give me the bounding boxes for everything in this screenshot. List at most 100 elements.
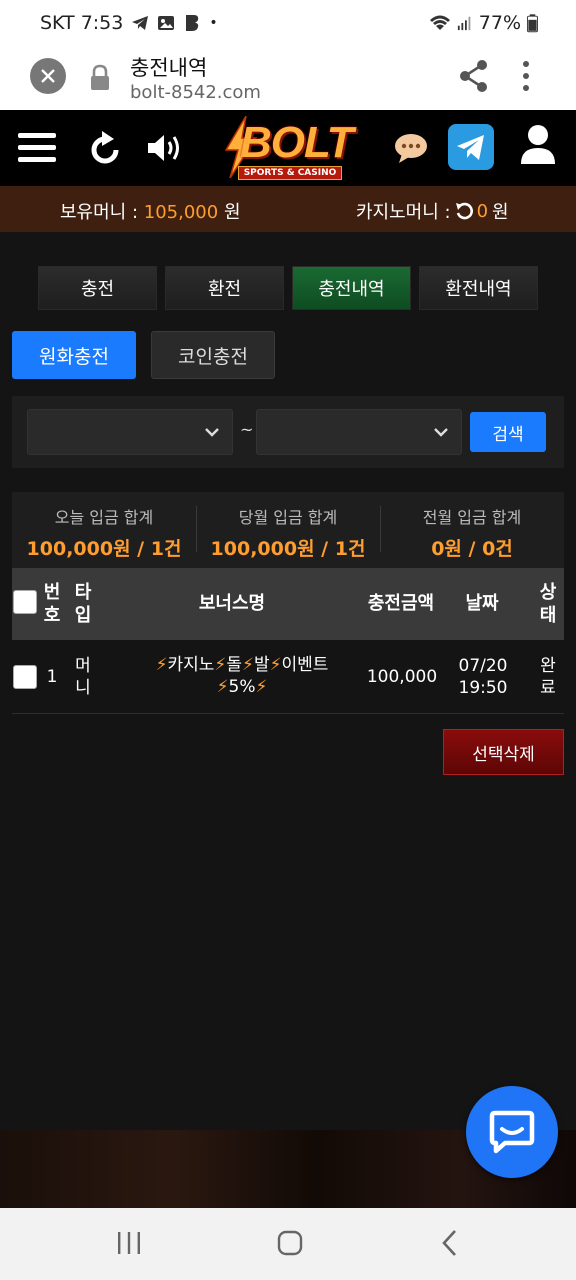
- logo-subtitle: SPORTS & CASINO: [238, 166, 342, 180]
- casino-refresh-icon[interactable]: [455, 202, 473, 220]
- logo-text: BOLT: [240, 118, 353, 167]
- page-title: 충전내역: [130, 56, 208, 80]
- casino-money-unit: 원: [492, 202, 509, 223]
- money-bar: 보유머니 : 105,000 원 카지노머니 : 0 원: [0, 186, 576, 232]
- page-url[interactable]: bolt-8542.com: [130, 82, 261, 103]
- date-search-panel: ~ 검색: [12, 396, 564, 468]
- row-date: 07/20 19:50: [452, 655, 514, 699]
- bolt-emoji-icon: ⚡: [155, 655, 168, 675]
- chat-icon: [489, 1110, 535, 1154]
- search-button[interactable]: 검색: [470, 412, 546, 452]
- bolt-emoji-icon: ⚡: [214, 655, 227, 675]
- holding-money-value: 105,000: [143, 202, 219, 223]
- row-number: 1: [46, 667, 58, 687]
- header-type-line1: 타: [74, 582, 92, 603]
- bolt-emoji-icon: ⚡: [269, 655, 282, 675]
- lock-icon: [91, 64, 109, 90]
- close-tab-button[interactable]: [30, 58, 66, 94]
- carrier-time: SKT 7:53: [40, 12, 124, 34]
- tab-deposit[interactable]: 충전: [38, 266, 157, 310]
- bonus-part-bal: 발: [253, 655, 270, 675]
- tab-withdraw[interactable]: 환전: [165, 266, 284, 310]
- summary-last-month-label: 전월 입금 합계: [422, 508, 522, 527]
- status-bar: SKT 7:53 • 77%: [0, 0, 576, 46]
- row-status-line2: 료: [540, 678, 556, 699]
- battery-icon: [527, 13, 538, 32]
- row-bonus-line1: ⚡카지노⚡돌⚡발⚡이벤트: [124, 654, 360, 676]
- row-status: 완 료: [536, 655, 560, 699]
- chevron-down-icon: [434, 428, 448, 437]
- share-icon[interactable]: [458, 58, 490, 94]
- header-bonus-name: 보너스명: [198, 593, 266, 614]
- site-header: BOLT SPORTS & CASINO: [0, 110, 576, 186]
- bolt-emoji-icon: ⚡: [242, 655, 254, 675]
- delete-selected-button[interactable]: 선택삭제: [443, 729, 564, 775]
- tab-withdraw-history[interactable]: 환전내역: [419, 266, 538, 310]
- user-profile-icon[interactable]: [520, 124, 556, 164]
- header-type-line2: 입: [74, 605, 92, 627]
- date-range-tilde: ~: [240, 420, 254, 439]
- close-icon: [41, 69, 55, 83]
- row-type: 머 니: [71, 655, 95, 699]
- hamburger-menu-icon[interactable]: [18, 132, 56, 164]
- back-icon[interactable]: [440, 1228, 460, 1258]
- subtab-won-deposit[interactable]: 원화충전: [12, 331, 136, 379]
- row-type-line2: 니: [75, 678, 91, 699]
- table-row[interactable]: 1 머 니 ⚡카지노⚡돌⚡발⚡이벤트 ⚡5%⚡ 100,000 07/20 19…: [12, 640, 564, 714]
- more-notifications-dot: •: [209, 15, 218, 31]
- summary-today-value: 100,000원 / 1건: [26, 538, 182, 560]
- sound-icon[interactable]: [146, 132, 184, 164]
- start-date-select[interactable]: [27, 409, 233, 455]
- signal-icon: [457, 16, 471, 31]
- tab-deposit-history[interactable]: 충전내역: [292, 266, 411, 310]
- bolt-logo[interactable]: BOLT SPORTS & CASINO: [218, 116, 364, 184]
- summary-last-month-value: 0원 / 0건: [431, 538, 513, 560]
- summary-today-label: 오늘 입금 합계: [54, 508, 154, 527]
- battery-percent: 77%: [478, 12, 521, 34]
- main-tabs: 충전 환전 충전내역 환전내역: [38, 266, 538, 310]
- row-amount: 100,000: [366, 667, 438, 687]
- summary-today: 오늘 입금 합계 100,000원 / 1건: [12, 492, 196, 568]
- home-icon[interactable]: [276, 1228, 304, 1258]
- sub-tabs: 원화충전 코인충전: [12, 331, 275, 379]
- status-right: 77%: [429, 12, 538, 34]
- deposit-summary: 오늘 입금 합계 100,000원 / 1건 당월 입금 합계 100,000원…: [12, 492, 564, 568]
- end-date-select[interactable]: [256, 409, 462, 455]
- gallery-notification-icon: [158, 16, 175, 30]
- summary-this-month: 당월 입금 합계 100,000원 / 1건: [196, 492, 380, 568]
- chevron-down-icon: [205, 428, 219, 437]
- holding-money-label: 보유머니 :: [60, 202, 139, 223]
- casino-money: 카지노머니 : 0 원: [356, 198, 509, 224]
- more-menu-icon[interactable]: [516, 58, 536, 94]
- b-app-notification-icon: [186, 15, 199, 31]
- header-status-line1: 상: [539, 582, 557, 603]
- bonus-part-casino: 카지노: [167, 655, 215, 675]
- telegram-icon[interactable]: [448, 124, 494, 170]
- row-checkbox[interactable]: [13, 665, 37, 689]
- casino-money-value: 0: [476, 200, 489, 222]
- row-date-line2: 19:50: [458, 678, 508, 699]
- bolt-emoji-icon: ⚡: [216, 677, 229, 698]
- table-header: 번 호 타 입 보너스명 충전금액 날짜 상 태: [12, 568, 564, 640]
- row-bonus-name: ⚡카지노⚡돌⚡발⚡이벤트 ⚡5%⚡: [124, 654, 360, 698]
- holding-money-unit: 원: [223, 202, 241, 223]
- header-date: 날짜: [465, 593, 499, 614]
- header-status: 상 태: [536, 581, 560, 628]
- chat-bubble-icon[interactable]: [394, 132, 428, 164]
- casino-money-label: 카지노머니 :: [356, 202, 451, 223]
- select-all-checkbox[interactable]: [13, 590, 37, 614]
- bonus-part-event: 이벤트: [281, 655, 329, 675]
- header-number-line1: 번: [43, 582, 61, 603]
- header-number-line2: 호: [43, 605, 61, 627]
- summary-this-month-value: 100,000원 / 1건: [210, 538, 366, 560]
- recent-apps-icon[interactable]: [116, 1228, 142, 1258]
- bonus-part-percent: 5%: [228, 677, 256, 698]
- refresh-icon[interactable]: [88, 130, 122, 166]
- header-status-line2: 태: [539, 605, 557, 627]
- row-status-line1: 완: [540, 656, 556, 676]
- live-chat-button[interactable]: [466, 1086, 558, 1178]
- subtab-coin-deposit[interactable]: 코인충전: [151, 331, 275, 379]
- status-left: SKT 7:53 •: [40, 12, 218, 34]
- bonus-part-dol: 돌: [226, 655, 242, 675]
- holding-money: 보유머니 : 105,000 원: [60, 198, 241, 224]
